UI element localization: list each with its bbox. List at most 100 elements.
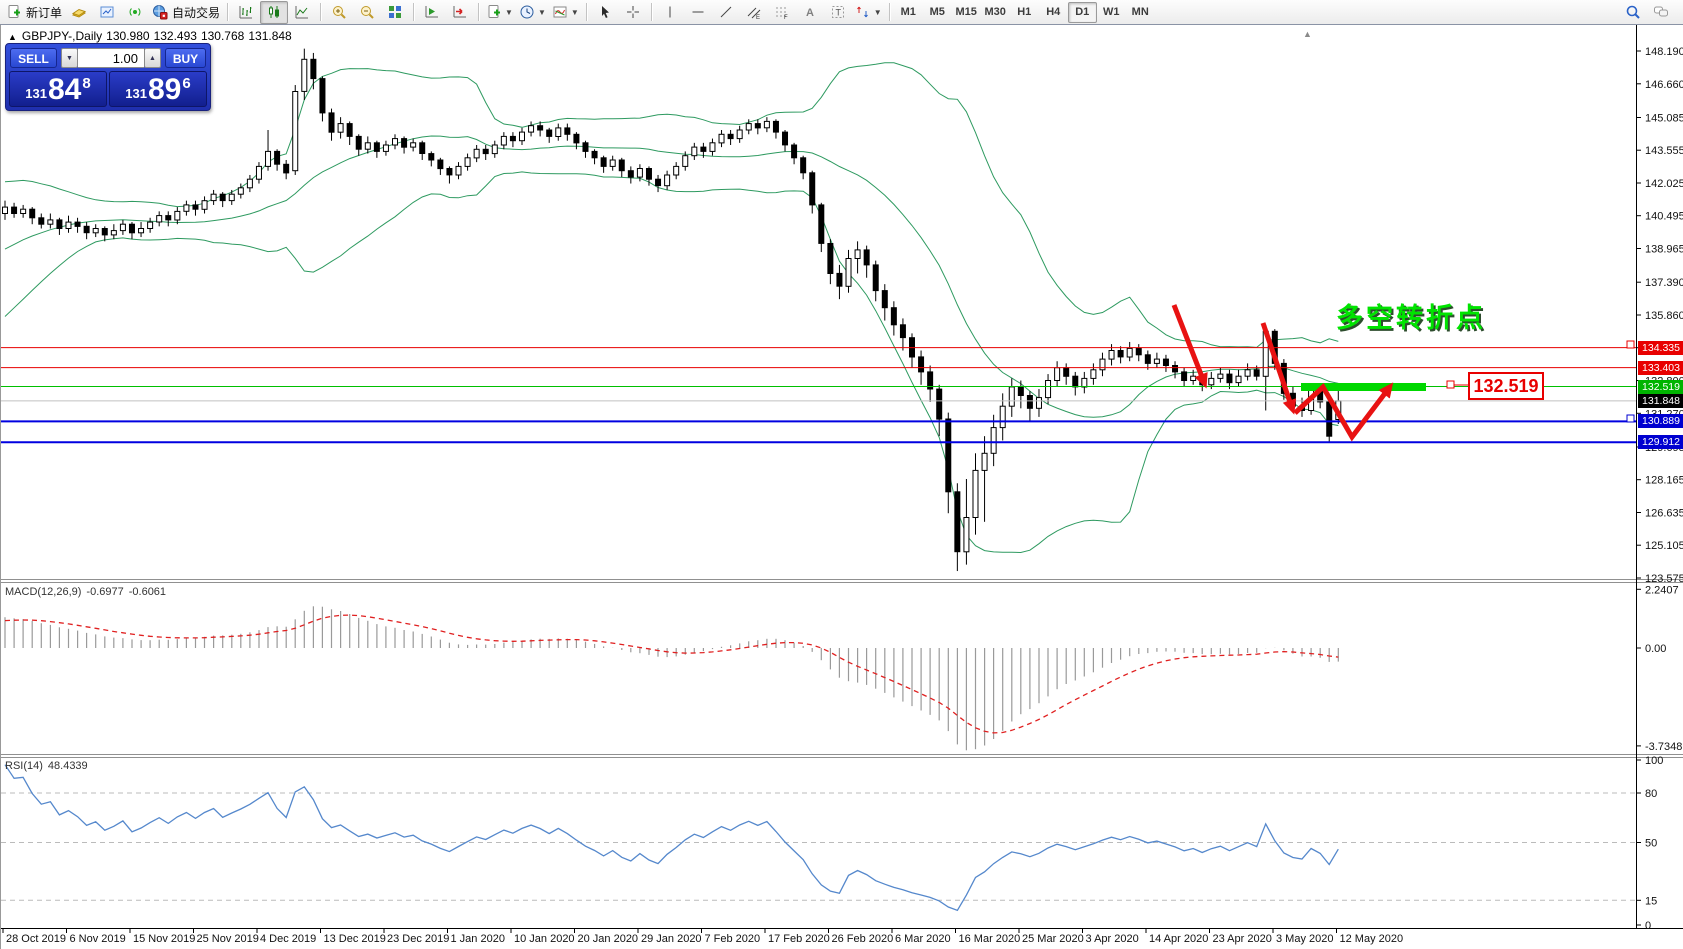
toolbar-separator [413, 3, 415, 21]
level-132519-label[interactable]: 132.519 [1468, 372, 1544, 400]
buy-price-prefix: 131 [125, 86, 147, 101]
svg-text:0: 0 [1645, 920, 1651, 932]
dropdown-caret-icon[interactable]: ▼ [571, 8, 579, 17]
data-window-icon[interactable] [93, 1, 121, 24]
timeframe-mn-button[interactable]: MN [1126, 2, 1155, 23]
buy-button[interactable]: BUY [165, 48, 206, 68]
price-tag-130-889: 130.889 [1638, 414, 1683, 428]
timeframe-m30-button[interactable]: M30 [981, 2, 1010, 23]
zoom-out-button[interactable] [353, 1, 381, 24]
macd-main-value: -0.6977 [86, 586, 124, 598]
new-order-button-label: 新订单 [26, 5, 63, 20]
svg-text:137.390: 137.390 [1645, 277, 1683, 289]
new-order-button[interactable]: 新订单 [3, 1, 65, 24]
svg-text:17 Feb 2020: 17 Feb 2020 [768, 933, 830, 945]
ohlc-close: 131.848 [248, 29, 292, 43]
periods-button[interactable]: ▼ [516, 1, 549, 24]
buy-price-display[interactable]: 131 89 6 [109, 71, 207, 107]
svg-text:23 Apr 2020: 23 Apr 2020 [1213, 933, 1272, 945]
timeframe-h4-button[interactable]: H4 [1039, 2, 1068, 23]
toolbar-separator [650, 3, 652, 21]
text-box-button[interactable]: T [824, 1, 852, 24]
price-tag-132-519: 132.519 [1638, 380, 1683, 394]
trendline-button[interactable] [712, 1, 740, 24]
panel-collapse-icon[interactable]: ▲ [8, 32, 17, 42]
turning-point-annotation[interactable]: 多空转折点 [1336, 296, 1486, 335]
market-watch-icon[interactable] [65, 1, 93, 24]
bar-chart-button[interactable] [232, 1, 260, 24]
svg-text:128.165: 128.165 [1645, 475, 1683, 487]
signals-icon[interactable] [121, 1, 149, 24]
crosshair-button[interactable] [619, 1, 647, 24]
svg-text:3 Apr 2020: 3 Apr 2020 [1086, 933, 1139, 945]
svg-text:16 Mar 2020: 16 Mar 2020 [959, 933, 1021, 945]
toolbar-right-icons [1619, 1, 1675, 24]
svg-text:140.495: 140.495 [1645, 211, 1683, 223]
fibonacci-button[interactable]: F [768, 1, 796, 24]
dropdown-caret-icon[interactable]: ▼ [538, 8, 546, 17]
svg-text:143.555: 143.555 [1645, 145, 1683, 157]
cursor-button[interactable] [591, 1, 619, 24]
chat-button[interactable] [1647, 1, 1675, 24]
svg-text:148.190: 148.190 [1645, 46, 1683, 58]
sell-price-big: 84 [47, 73, 82, 106]
volume-input[interactable] [78, 48, 144, 68]
svg-text:1 Jan 2020: 1 Jan 2020 [451, 933, 505, 945]
vertical-line-button[interactable] [656, 1, 684, 24]
candlestick-button[interactable] [260, 0, 289, 24]
svg-text:100: 100 [1645, 755, 1663, 767]
svg-text:10 Jan 2020: 10 Jan 2020 [514, 933, 575, 945]
toolbar-separator [888, 3, 890, 21]
timeframe-h1-button[interactable]: H1 [1010, 2, 1039, 23]
svg-text:23 Dec 2019: 23 Dec 2019 [387, 933, 449, 945]
svg-text:14 Apr 2020: 14 Apr 2020 [1149, 933, 1208, 945]
chart-header: ▲ GBPJPY-,Daily 130.980 132.493 130.768 131.8… [8, 29, 296, 43]
sell-button[interactable]: SELL [10, 48, 57, 68]
volume-decrease-button[interactable]: ▼ [61, 48, 78, 68]
toolbar-separator [585, 3, 587, 21]
timeframe-m5-button[interactable]: M5 [923, 2, 952, 23]
buy-price-big: 89 [147, 73, 182, 106]
autotrading-button[interactable]: 自动交易 [149, 1, 223, 24]
svg-text:135.860: 135.860 [1645, 310, 1683, 322]
dropdown-caret-icon[interactable]: ▼ [874, 8, 882, 17]
buy-price-sup: 6 [182, 75, 191, 92]
line-chart-button[interactable] [288, 1, 316, 24]
zoom-in-button[interactable] [325, 1, 353, 24]
indicators-button[interactable]: ▼ [549, 1, 582, 24]
sell-price-display[interactable]: 131 84 8 [9, 71, 107, 107]
chart-area[interactable]: 148.190 146.660 145.085 143.555 142.025 140.4… [0, 0, 1683, 949]
rsi-indicator-label: RSI(14) 48.4339 [5, 760, 93, 772]
timeframe-w1-button[interactable]: W1 [1097, 2, 1126, 23]
dropdown-caret-icon[interactable]: ▼ [505, 8, 513, 17]
svg-text:13 Dec 2019: 13 Dec 2019 [324, 933, 386, 945]
toolbar: 新订单 自动交易 ▼ ▼ ▼ E F A T ▼ M1 M5 M15 M30 H1 H4 D1 W1 MN [0, 0, 1683, 25]
timeframe-d1-button[interactable]: D1 [1067, 1, 1097, 23]
macd-indicator-label: MACD(12,26,9) -0.6977 -0.6061 [5, 586, 171, 598]
ohlc-open: 130.980 [106, 29, 150, 43]
toolbar-separator [320, 3, 322, 21]
price-tag-133-403: 133.403 [1638, 361, 1683, 375]
svg-text:A: A [806, 7, 814, 19]
ohlc-high: 132.493 [153, 29, 197, 43]
search-button[interactable] [1619, 1, 1647, 24]
tile-windows-button[interactable] [381, 1, 409, 24]
mt4-window: 148.190 146.660 145.085 143.555 142.025 140.4… [0, 0, 1683, 949]
chart-shift-button[interactable] [446, 1, 474, 24]
svg-text:125.105: 125.105 [1645, 540, 1683, 552]
auto-scroll-button[interactable] [418, 1, 446, 24]
svg-text:145.085: 145.085 [1645, 113, 1683, 125]
text-label-button[interactable]: A [796, 1, 824, 24]
volume-increase-button[interactable]: ▲ [144, 48, 161, 68]
svg-text:6 Mar 2020: 6 Mar 2020 [895, 933, 951, 945]
horizontal-line-button[interactable] [684, 1, 712, 24]
svg-text:50: 50 [1645, 838, 1657, 850]
new-chart-button[interactable]: ▼ [483, 1, 516, 24]
svg-text:15: 15 [1645, 895, 1657, 907]
timeframe-m15-button[interactable]: M15 [952, 2, 981, 23]
arrows-button[interactable]: ▼ [852, 1, 885, 24]
svg-text:T: T [835, 8, 841, 18]
chart-canvas[interactable]: 148.190 146.660 145.085 143.555 142.025 140.4… [1, 0, 1683, 949]
timeframe-m1-button[interactable]: M1 [894, 2, 923, 23]
equidistant-channel-button[interactable]: E [740, 1, 768, 24]
